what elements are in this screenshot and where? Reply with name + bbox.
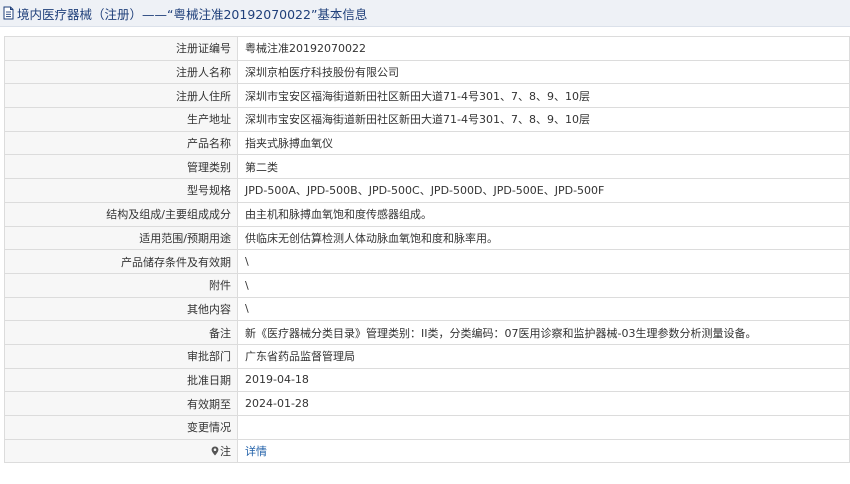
table-row: 型号规格 JPD-500A、JPD-500B、JPD-500C、JPD-500D、… — [4, 178, 850, 203]
field-value: \ — [237, 296, 850, 322]
table-row: 其他内容 \ — [4, 296, 850, 322]
table-row: 附件 \ — [4, 272, 850, 298]
details-link[interactable]: 详情 — [245, 445, 267, 458]
field-value: 指夹式脉搏血氧仪 — [237, 130, 850, 156]
table-row: 变更情况 — [4, 415, 850, 440]
field-label: 其他内容 — [4, 296, 238, 322]
field-label: 适用范围/预期用途 — [4, 225, 238, 251]
field-label: 有效期至 — [4, 391, 238, 416]
registration-detail-table: 注册证编号 粤械注准20192070022 注册人名称 深圳京柏医疗科技股份有限公司注… — [4, 36, 850, 464]
table-row: 注册证编号 粤械注准20192070022 — [4, 36, 850, 61]
table-row: 批准日期 2019-04-18 — [4, 367, 850, 393]
field-value: 深圳市宝安区福海街道新田社区新田大道71-4号301、7、8、9、10层 — [237, 83, 850, 109]
title-bar: 境内医疗器械（注册）——“粤械注准20192070022”基本信息 — [0, 0, 850, 27]
note-label: 注 — [220, 445, 231, 459]
table-row: 产品储存条件及有效期 \ — [4, 249, 850, 274]
field-label: 管理类别 — [4, 154, 238, 180]
field-label: 注册人名称 — [4, 59, 238, 85]
field-label: 批准日期 — [4, 367, 238, 393]
field-label: 产品储存条件及有效期 — [4, 249, 238, 274]
field-value: 第二类 — [237, 154, 850, 180]
field-label: 型号规格 — [4, 178, 238, 203]
field-value: 深圳京柏医疗科技股份有限公司 — [237, 59, 850, 85]
field-value: 粤械注准20192070022 — [237, 36, 850, 61]
table-row: 备注 新《医疗器械分类目录》管理类别：II类，分类编码：07医用诊察和监护器械-0… — [4, 320, 850, 345]
field-value: \ — [237, 249, 850, 274]
map-pin-icon — [211, 446, 219, 456]
table-row: 生产地址 深圳市宝安区福海街道新田社区新田大道71-4号301、7、8、9、10层 — [4, 107, 850, 132]
table-row: 适用范围/预期用途 供临床无创估算检测人体动脉血氧饱和度和脉率用。 — [4, 225, 850, 251]
table-row: 产品名称 指夹式脉搏血氧仪 — [4, 130, 850, 156]
table-row-note: 注 详情 — [4, 438, 850, 464]
table-row: 有效期至 2024-01-28 — [4, 391, 850, 416]
field-value: 2024-01-28 — [237, 391, 850, 416]
field-value: 新《医疗器械分类目录》管理类别：II类，分类编码：07医用诊察和监护器械-03生… — [237, 320, 850, 345]
page-title: 境内医疗器械（注册）——“粤械注准20192070022”基本信息 — [17, 6, 368, 22]
page: 境内医疗器械（注册）——“粤械注准20192070022”基本信息 注册证编号粤… — [0, 0, 850, 484]
field-label: 注册人住所 — [4, 83, 238, 109]
table-row: 注册人名称 深圳京柏医疗科技股份有限公司 — [4, 59, 850, 85]
note-label-cell: 注 — [4, 438, 238, 464]
detail-table-body: 注册证编号 粤械注准20192070022 注册人名称 深圳京柏医疗科技股份有限公司注… — [4, 36, 850, 464]
table-row: 审批部门 广东省药品监督管理局 — [4, 343, 850, 369]
field-label: 附件 — [4, 272, 238, 298]
field-label: 变更情况 — [4, 415, 238, 440]
field-value: 由主机和脉搏血氧饱和度传感器组成。 — [237, 201, 850, 227]
field-label: 产品名称 — [4, 130, 238, 156]
table-row: 管理类别 第二类 — [4, 154, 850, 180]
table-row: 结构及组成/主要组成成分 由主机和脉搏血氧饱和度传感器组成。 — [4, 201, 850, 227]
field-value — [237, 415, 850, 440]
field-label: 注册证编号 — [4, 36, 238, 61]
table-row: 注册人住所 深圳市宝安区福海街道新田社区新田大道71-4号301、7、8、9、10… — [4, 83, 850, 109]
field-value: 深圳市宝安区福海街道新田社区新田大道71-4号301、7、8、9、10层 — [237, 107, 850, 132]
field-label: 备注 — [4, 320, 238, 345]
field-value: \ — [237, 272, 850, 298]
field-label: 审批部门 — [4, 343, 238, 369]
field-value: 2019-04-18 — [237, 367, 850, 393]
field-value: 广东省药品监督管理局 — [237, 343, 850, 369]
field-value: JPD-500A、JPD-500B、JPD-500C、JPD-500D、JPD-… — [237, 178, 850, 203]
note-value-cell: 详情 — [237, 438, 850, 464]
field-value: 供临床无创估算检测人体动脉血氧饱和度和脉率用。 — [237, 225, 850, 251]
document-icon — [2, 6, 15, 20]
field-label: 结构及组成/主要组成成分 — [4, 201, 238, 227]
field-label: 生产地址 — [4, 107, 238, 132]
